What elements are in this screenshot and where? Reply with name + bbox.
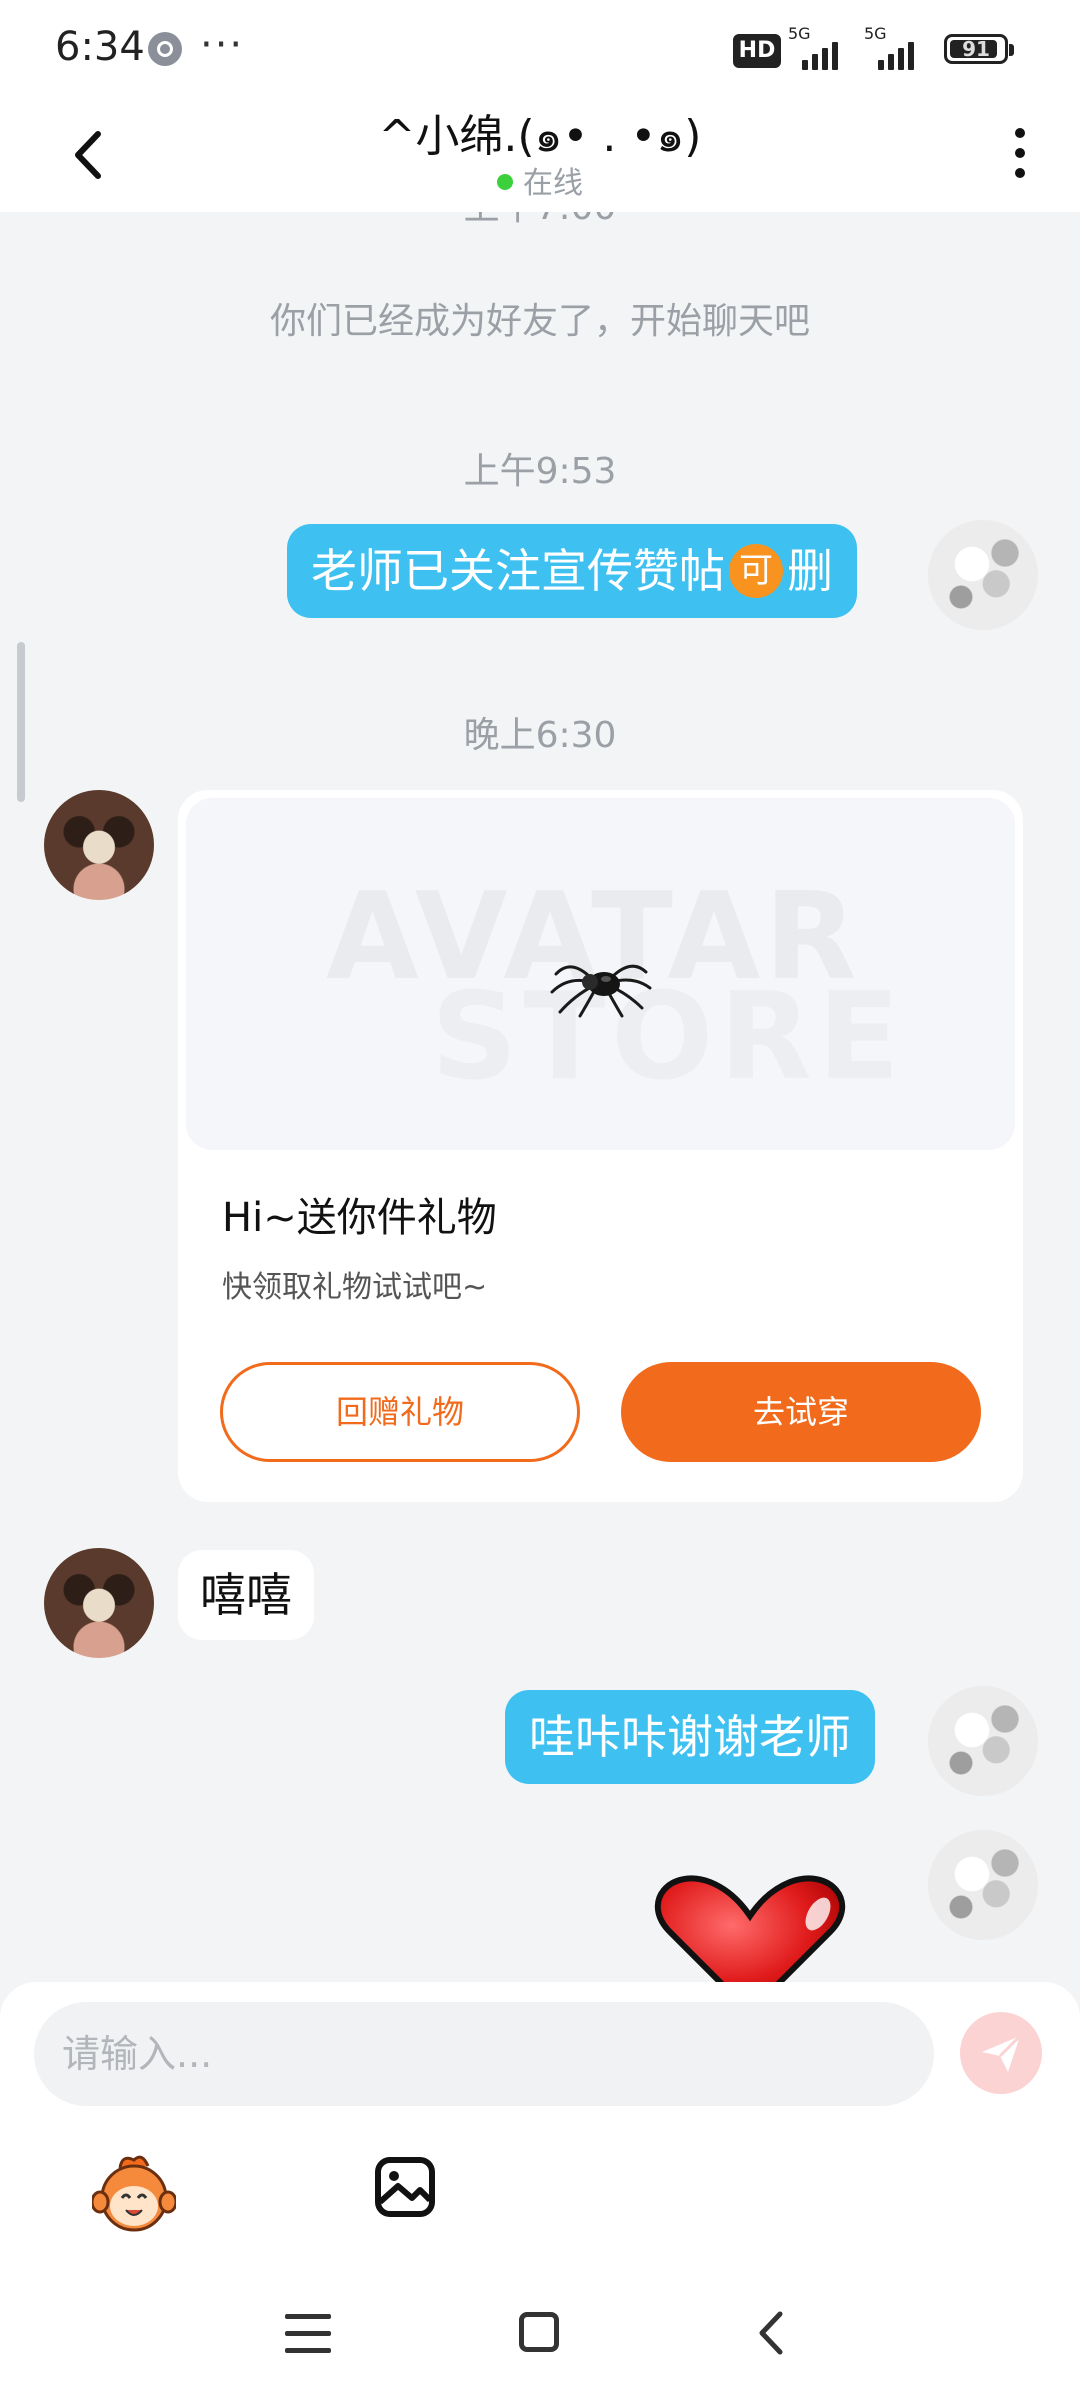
status-time: 6:34 xyxy=(55,24,145,70)
timestamp: 晚上6:30 xyxy=(463,715,617,756)
message-bubble-sent[interactable]: 哇咔咔谢谢老师 xyxy=(505,1690,875,1784)
watermark-text: STORE xyxy=(431,968,906,1107)
heart-sticker[interactable] xyxy=(650,1872,850,1982)
my-avatar[interactable] xyxy=(928,1686,1038,1796)
image-picker-icon[interactable] xyxy=(372,2154,438,2220)
paper-plane-icon xyxy=(982,2034,1022,2072)
contact-avatar[interactable] xyxy=(44,790,154,900)
gift-subtitle: 快领取礼物试试吧~ xyxy=(222,1270,488,1305)
try-on-button[interactable]: 去试穿 xyxy=(621,1362,981,1462)
return-gift-button[interactable]: 回赠礼物 xyxy=(220,1362,580,1462)
hd-voice-badge: HD xyxy=(733,34,781,68)
message-input[interactable]: 请输入... xyxy=(34,2002,934,2106)
online-status: 在线 xyxy=(0,158,1080,202)
message-bubble-sent[interactable]: 老师已关注宣传赞帖可删 xyxy=(287,524,857,618)
network-type-label: 5G xyxy=(788,24,811,43)
chat-header: ^小绵.(๑• . •๑) 在线 xyxy=(0,100,1080,212)
network-type-label: 5G xyxy=(864,24,887,43)
battery-level: 91 xyxy=(962,37,990,61)
message-text: 删 xyxy=(787,544,833,598)
timestamp: 上午9:53 xyxy=(463,451,617,492)
signal-icon-sim1: 5G xyxy=(788,24,848,70)
contact-avatar[interactable] xyxy=(44,1548,154,1658)
timestamp-partial: 上午7:00 xyxy=(0,212,1080,230)
spider-icon xyxy=(550,964,652,1018)
ke-emoji-icon: 可 xyxy=(729,543,783,598)
chat-messages[interactable]: 上午7:00 你们已经成为好友了，开始聊天吧 上午9:53 老师已关注宣传赞帖可… xyxy=(0,212,1080,1982)
message-bubble-received[interactable]: 嘻嘻 xyxy=(178,1550,314,1640)
system-back-button[interactable] xyxy=(752,2308,792,2358)
system-message: 你们已经成为好友了，开始聊天吧 xyxy=(269,301,810,342)
gift-preview-image[interactable]: AVATAR STORE xyxy=(186,798,1015,1150)
home-button[interactable] xyxy=(519,2312,559,2352)
online-dot-icon xyxy=(497,173,513,190)
my-avatar[interactable] xyxy=(928,1830,1038,1940)
recent-apps-button[interactable] xyxy=(285,2314,331,2354)
system-nav-bar xyxy=(0,2290,1080,2400)
signal-icon-sim2: 5G xyxy=(864,24,924,70)
gift-title: Hi~送你件礼物 xyxy=(222,1195,497,1241)
steering-wheel-icon xyxy=(148,32,182,66)
more-options-button[interactable] xyxy=(1000,118,1040,198)
more-notifications-icon: ··· xyxy=(200,22,245,68)
online-status-label: 在线 xyxy=(523,166,583,201)
status-bar: 6:34 ··· HD 5G 5G 91 xyxy=(0,0,1080,100)
my-avatar[interactable] xyxy=(928,520,1038,630)
message-text: 老师已关注宣传赞帖 xyxy=(311,544,725,598)
mascot-emoji-icon[interactable] xyxy=(92,2152,176,2236)
battery-icon: 91 xyxy=(944,34,1014,64)
send-button[interactable] xyxy=(960,2012,1042,2094)
gift-card[interactable]: AVATAR STORE Hi~送你件礼物 快领取礼物试试吧~ 回赠礼物 去试穿 xyxy=(178,790,1023,1502)
